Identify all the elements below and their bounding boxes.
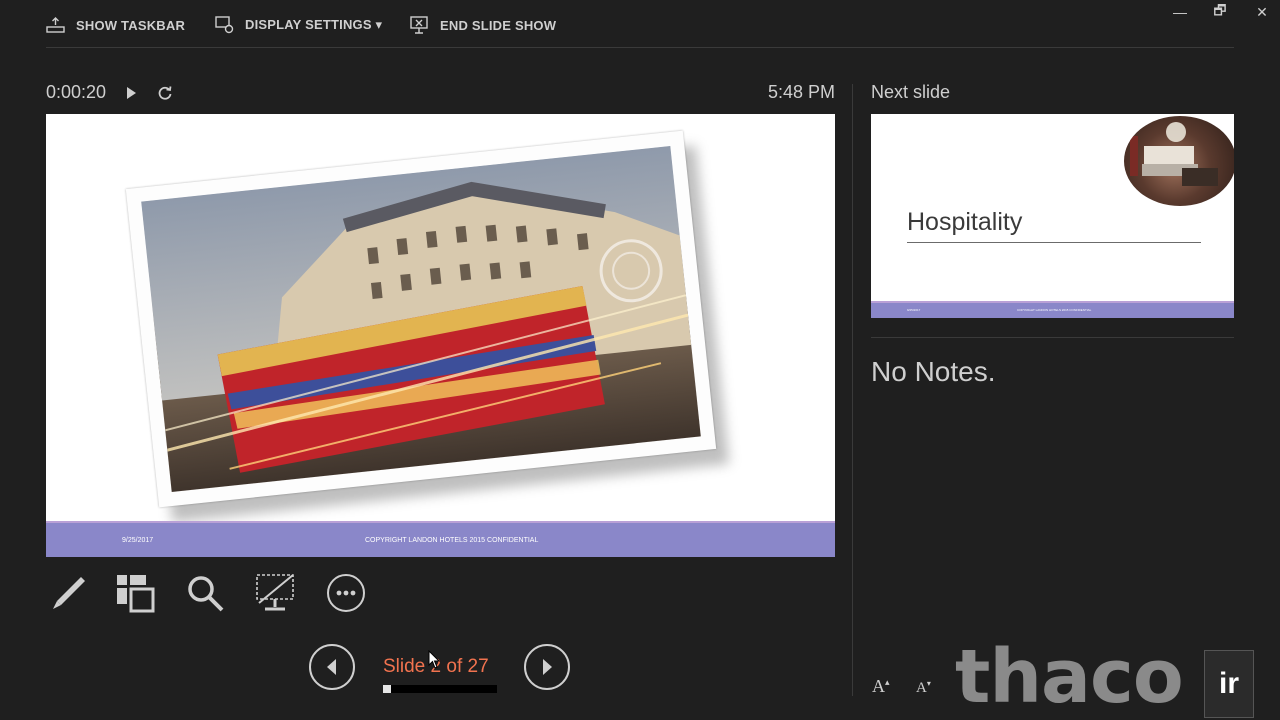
minimize-button[interactable]: — (1168, 2, 1192, 22)
decrease-font-icon: A (916, 680, 927, 696)
restart-timer-button[interactable] (154, 82, 176, 104)
restore-button[interactable]: 🗗 (1208, 2, 1232, 22)
restart-icon (158, 86, 172, 100)
resume-timer-button[interactable] (120, 82, 142, 104)
slide-footer-text: COPYRIGHT LANDON HOTELS 2015 CONFIDENTIA… (365, 537, 539, 544)
panel-divider (852, 84, 853, 696)
screen-slash-icon (256, 574, 294, 611)
slides-grid-icon (117, 575, 155, 613)
elapsed-timer: 0:00:20 (46, 82, 107, 102)
ellipsis-icon (327, 574, 365, 612)
bus-scene-image (141, 145, 701, 493)
slide-photo-frame (125, 130, 717, 508)
end-slide-show-button[interactable]: END SLIDE SHOW (410, 14, 556, 36)
watermark-badge: ir (1204, 650, 1254, 718)
play-icon (127, 87, 136, 99)
zoom-button[interactable] (184, 572, 226, 614)
display-settings-label: DISPLAY SETTINGS ▾ (245, 17, 383, 32)
next-slide-title: Hospitality (907, 208, 1023, 236)
more-options-button[interactable] (325, 572, 367, 614)
increase-font-icon: A (872, 676, 885, 696)
next-slide-preview[interactable]: Hospitality 9/25/2017 COPYRIGHT LANDON H… (871, 114, 1234, 318)
next-title-underline (907, 242, 1201, 243)
toolbar-divider (46, 47, 1234, 48)
next-footer-text: COPYRIGHT LANDON HOTELS 2015 CONFIDENTIA… (1017, 308, 1092, 312)
next-slide-button[interactable] (524, 644, 570, 690)
previous-slide-button[interactable] (309, 644, 355, 690)
show-taskbar-button[interactable]: SHOW TASKBAR (46, 14, 185, 36)
taskbar-icon (46, 17, 65, 33)
show-taskbar-label: SHOW TASKBAR (76, 17, 186, 33)
next-footer-date: 9/25/2017 (907, 308, 921, 312)
close-button[interactable]: ✕ (1250, 2, 1274, 22)
current-time: 5:48 PM (767, 82, 835, 102)
current-slide: 9/25/2017 COPYRIGHT LANDON HOTELS 2015 C… (46, 114, 835, 557)
display-settings-icon (215, 16, 234, 34)
decrease-font-button[interactable]: A▾ (916, 679, 931, 697)
magnifier-icon (188, 576, 224, 612)
slide-progress-fill (383, 685, 392, 693)
speaker-notes: No Notes. (871, 356, 996, 387)
chevron-right-icon (543, 659, 552, 675)
increase-font-button[interactable]: A▴ (872, 676, 890, 697)
slide-footer: 9/25/2017 COPYRIGHT LANDON HOTELS 2015 C… (46, 521, 835, 557)
slide-footer-date: 9/25/2017 (122, 537, 154, 544)
display-settings-button[interactable]: DISPLAY SETTINGS ▾ (215, 14, 382, 36)
hotel-room-image (1130, 122, 1218, 186)
mouse-cursor-icon (428, 650, 441, 669)
slide-progress-bar (383, 685, 497, 693)
watermark-text: thaco (955, 634, 1184, 720)
end-show-icon (410, 16, 428, 34)
end-slide-show-label: END SLIDE SHOW (440, 17, 557, 33)
black-screen-button[interactable] (254, 572, 296, 614)
pen-icon (53, 577, 85, 609)
bus-photo (141, 145, 701, 493)
see-all-slides-button[interactable] (114, 572, 156, 614)
next-slide-footer: 9/25/2017 COPYRIGHT LANDON HOTELS 2015 C… (871, 301, 1234, 318)
next-slide-label: Next slide (871, 82, 951, 102)
hotel-room-photo (1124, 116, 1234, 206)
notes-divider (871, 337, 1234, 338)
chevron-left-icon (327, 659, 336, 675)
pen-tool-button[interactable] (46, 572, 88, 614)
